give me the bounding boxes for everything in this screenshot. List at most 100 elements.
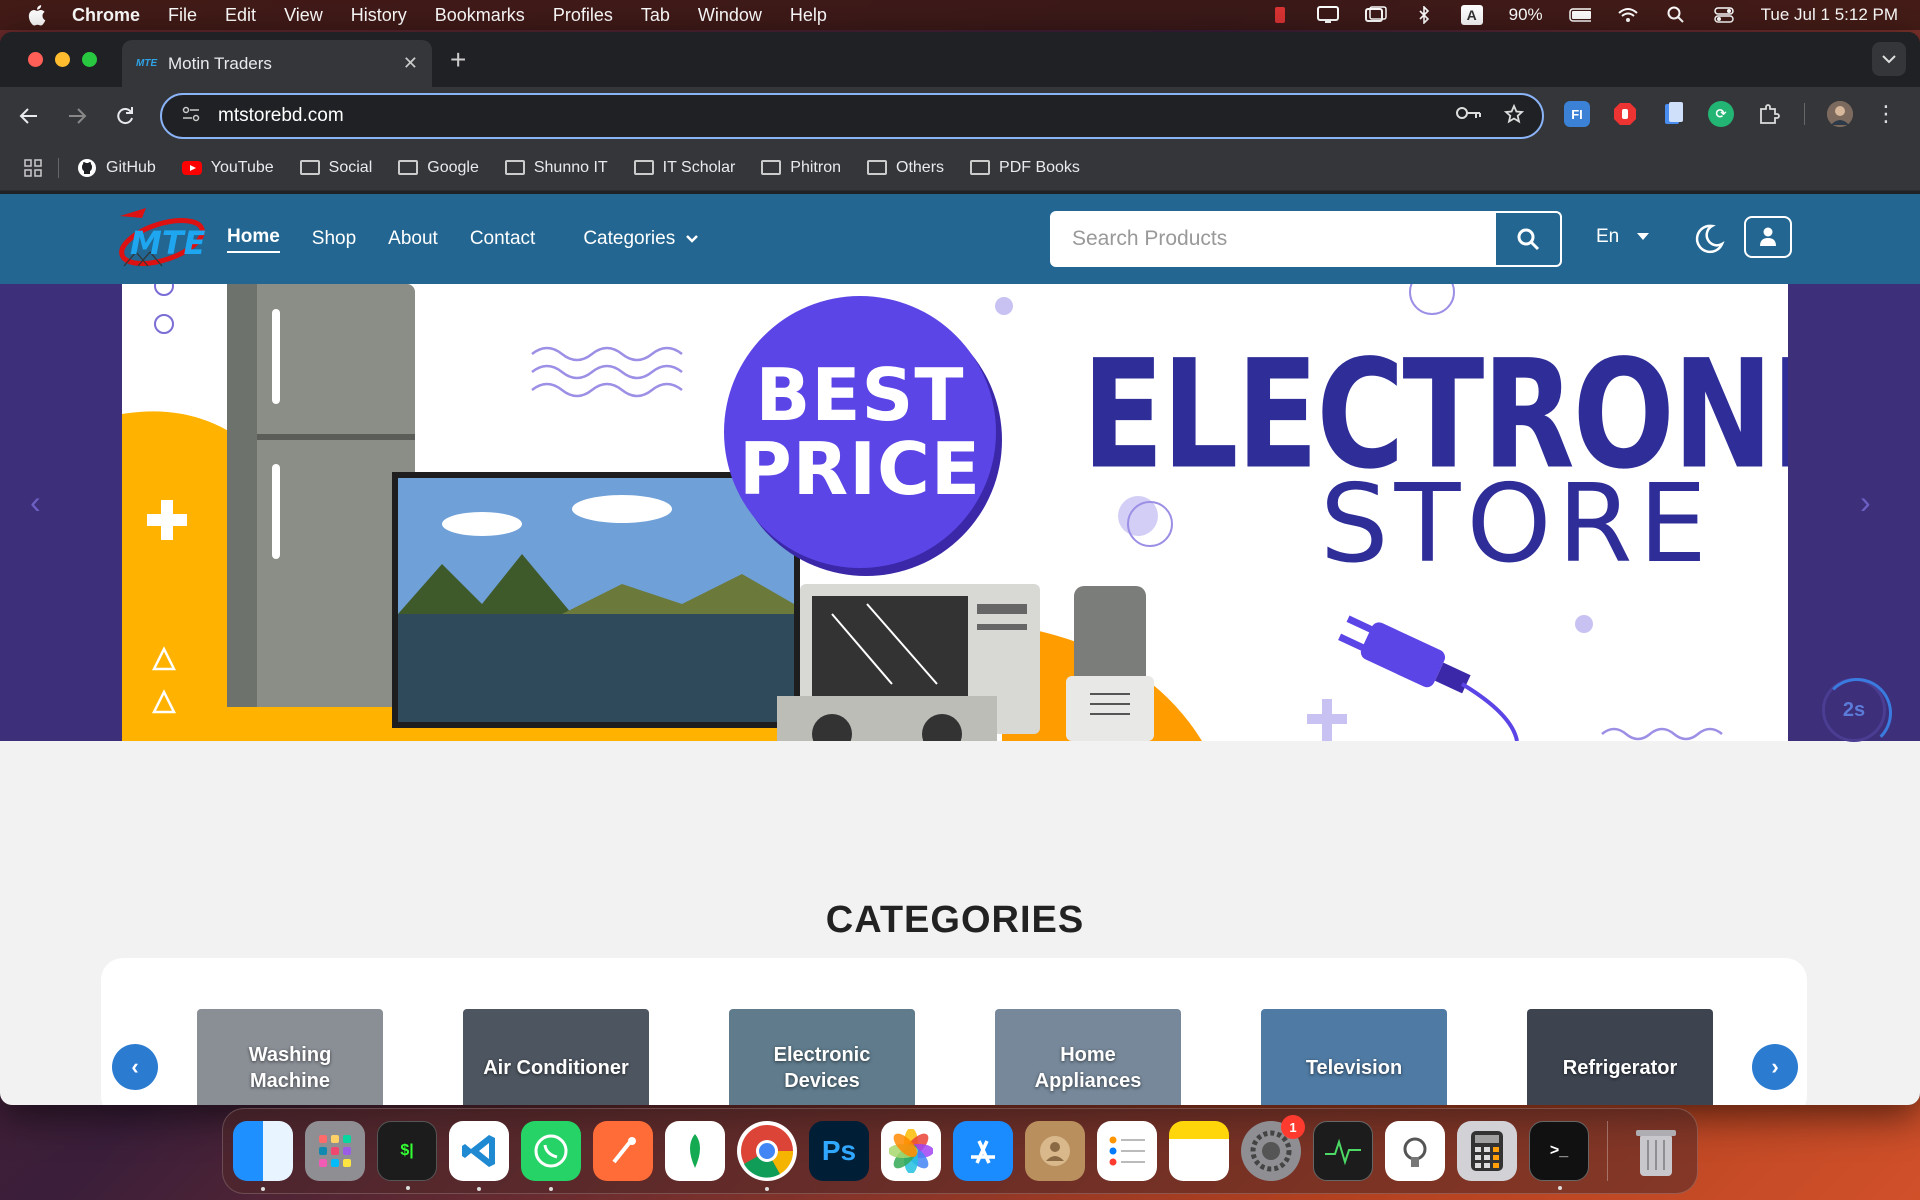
forward-arrow-icon[interactable] (64, 103, 90, 129)
display-icon[interactable] (1316, 6, 1339, 24)
url-text[interactable]: mtstorebd.com (218, 105, 344, 127)
tab-title: Motin Traders (168, 53, 272, 73)
site-header: MTE Home Shop About Contact Categories S… (0, 194, 1920, 284)
terminal-icon[interactable]: >_ (1529, 1121, 1589, 1190)
minimize-window-button[interactable] (55, 52, 70, 67)
browser-menu-icon[interactable]: ⋮ (1875, 101, 1897, 127)
menu-file[interactable]: File (168, 5, 197, 26)
system-information-icon[interactable] (1385, 1121, 1445, 1181)
bookmark-folder-google[interactable]: Google (398, 159, 479, 177)
apple-icon[interactable] (26, 4, 48, 26)
docs-extension-icon[interactable] (1660, 101, 1686, 127)
bookmark-folder-pdf-books[interactable]: PDF Books (970, 159, 1080, 177)
nav-shop[interactable]: Shop (312, 228, 356, 250)
contacts-icon[interactable] (1025, 1121, 1085, 1181)
menu-history[interactable]: History (351, 5, 407, 26)
bookmark-youtube[interactable]: YouTube (181, 159, 274, 177)
hero-prev-arrow-icon[interactable]: ‹ (30, 484, 41, 521)
categories-prev-button[interactable]: ‹ (112, 1044, 158, 1090)
folder-icon (504, 160, 525, 176)
trash-icon[interactable] (1626, 1121, 1686, 1181)
app-store-icon[interactable] (953, 1121, 1013, 1181)
screen-mirroring-icon[interactable] (1364, 6, 1387, 24)
menu-tab[interactable]: Tab (641, 5, 670, 26)
bookmark-star-icon[interactable] (1503, 103, 1525, 130)
postman-icon[interactable] (593, 1121, 653, 1181)
mongodb-compass-icon[interactable] (665, 1121, 725, 1181)
menu-help[interactable]: Help (790, 5, 827, 26)
tab-search-button[interactable] (1872, 42, 1906, 76)
new-tab-button[interactable]: + (450, 44, 466, 76)
category-card-air-conditioner[interactable]: Air Conditioner (463, 1009, 649, 1105)
bookmarks-divider (58, 157, 59, 178)
nav-home[interactable]: Home (227, 226, 280, 253)
category-card-refrigerator[interactable]: Refrigerator (1527, 1009, 1713, 1105)
search-button[interactable] (1496, 213, 1560, 265)
menu-app-name[interactable]: Chrome (72, 5, 140, 26)
menu-bookmarks[interactable]: Bookmarks (435, 5, 525, 26)
menu-profiles[interactable]: Profiles (553, 5, 613, 26)
bluetooth-icon[interactable] (1413, 6, 1435, 24)
dark-mode-toggle[interactable] (1692, 222, 1726, 256)
menu-view[interactable]: View (284, 5, 323, 26)
autoplay-timer: 2s (1822, 678, 1892, 748)
category-card-home-appliances[interactable]: Home Appliances (995, 1009, 1181, 1105)
nav-categories-dropdown[interactable]: Categories (583, 228, 699, 250)
active-tab[interactable]: MTE Motin Traders ✕ (122, 40, 432, 87)
profile-avatar[interactable] (1827, 101, 1853, 127)
close-tab-icon[interactable]: ✕ (403, 53, 418, 74)
bookmark-github[interactable]: GitHub (77, 158, 156, 177)
password-key-icon[interactable] (1456, 104, 1482, 130)
address-bar[interactable]: mtstorebd.com (160, 93, 1544, 139)
site-settings-icon[interactable] (182, 106, 202, 126)
categories-next-button[interactable]: › (1752, 1044, 1798, 1090)
whatsapp-icon[interactable] (521, 1121, 581, 1191)
red-app-status-icon[interactable] (1269, 6, 1291, 24)
apps-grid-icon[interactable] (24, 158, 42, 177)
close-window-button[interactable] (28, 52, 43, 67)
control-center-icon[interactable] (1713, 6, 1735, 24)
vscode-icon[interactable] (449, 1121, 509, 1191)
bookmark-folder-social[interactable]: Social (299, 159, 372, 177)
battery-icon[interactable] (1568, 6, 1591, 24)
wifi-icon[interactable] (1617, 6, 1639, 24)
bookmark-folder-shunno-it[interactable]: Shunno IT (504, 159, 608, 177)
bookmark-folder-others[interactable]: Others (867, 159, 944, 177)
category-card-electronic-devices[interactable]: Electronic Devices (729, 1009, 915, 1105)
category-card-washing-machine[interactable]: Washing Machine (197, 1009, 383, 1105)
hero-slide[interactable]: BEST PRICE ELECTRONICS STORE (122, 284, 1788, 741)
launchpad-icon[interactable] (305, 1121, 365, 1181)
notes-icon[interactable] (1169, 1121, 1229, 1181)
sync-extension-icon[interactable]: ⟳ (1708, 101, 1734, 127)
language-selector[interactable]: En (1596, 226, 1650, 248)
iterm-icon[interactable]: $| (377, 1121, 437, 1190)
bookmark-folder-it-scholar[interactable]: IT Scholar (633, 159, 735, 177)
reminders-icon[interactable] (1097, 1121, 1157, 1181)
category-card-television[interactable]: Television (1261, 1009, 1447, 1105)
reload-icon[interactable] (112, 103, 138, 129)
translate-extension-icon[interactable]: FI (1564, 101, 1590, 127)
menu-window[interactable]: Window (698, 5, 762, 26)
system-settings-icon[interactable]: 1 (1241, 1115, 1305, 1181)
nav-contact[interactable]: Contact (470, 228, 535, 250)
hero-next-arrow-icon[interactable]: › (1860, 484, 1871, 521)
menu-edit[interactable]: Edit (225, 5, 256, 26)
calculator-icon[interactable] (1457, 1121, 1517, 1181)
search-input[interactable] (1052, 213, 1496, 265)
spotlight-search-icon[interactable] (1665, 6, 1687, 24)
adblock-extension-icon[interactable] (1612, 101, 1638, 127)
chrome-icon[interactable] (737, 1121, 797, 1191)
menubar-clock[interactable]: Tue Jul 1 5:12 PM (1761, 5, 1898, 25)
activity-monitor-icon[interactable] (1313, 1121, 1373, 1181)
input-source-icon[interactable]: A (1460, 5, 1483, 25)
back-arrow-icon[interactable] (16, 103, 42, 129)
extensions-puzzle-icon[interactable] (1756, 101, 1782, 127)
photos-icon[interactable] (881, 1121, 941, 1181)
photoshop-icon[interactable]: Ps (809, 1121, 869, 1181)
bookmark-folder-phitron[interactable]: Phitron (761, 159, 841, 177)
finder-icon[interactable] (233, 1121, 293, 1191)
account-button[interactable] (1744, 216, 1792, 258)
nav-about[interactable]: About (388, 228, 438, 250)
site-logo[interactable]: MTE (116, 204, 206, 274)
fullscreen-window-button[interactable] (82, 52, 97, 67)
